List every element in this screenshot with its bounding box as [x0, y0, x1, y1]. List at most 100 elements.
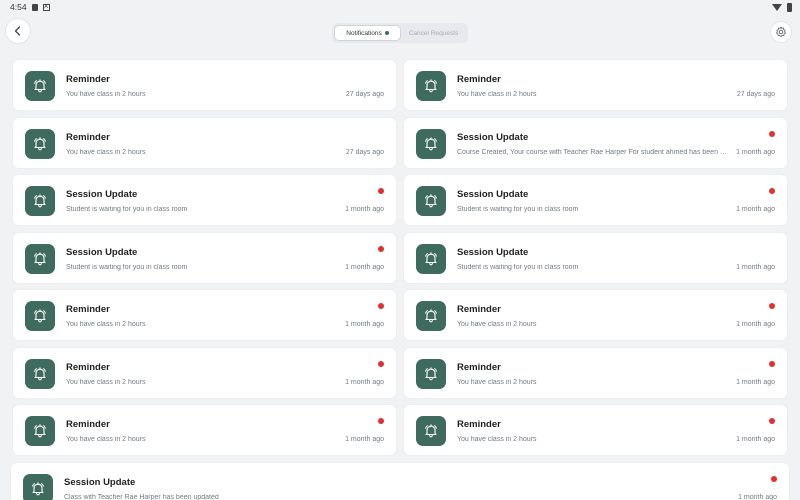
- notification-time: 1 month ago: [736, 321, 775, 328]
- notification-message: You have class in 2 hours: [457, 91, 537, 98]
- notification-time: 1 month ago: [345, 206, 384, 213]
- notification-title: Session Update: [66, 246, 138, 258]
- bell-icon: [425, 309, 437, 323]
- notification-card-10[interactable]: Reminder You have class in 2 hours 1 mon…: [403, 289, 788, 341]
- notification-icon-box: [416, 186, 446, 216]
- notification-title: Reminder: [66, 361, 110, 373]
- unread-dot: [378, 188, 384, 194]
- unread-dot: [769, 418, 775, 424]
- notification-card-6[interactable]: Session Update Student is waiting for yo…: [403, 174, 788, 226]
- notification-time: 1 month ago: [345, 378, 384, 386]
- notification-message: You have class in 2 hours: [66, 378, 146, 386]
- notification-icon-box: [25, 71, 55, 101]
- notification-icon-box: [23, 473, 53, 500]
- notification-message: Student is waiting for you in class room: [66, 263, 188, 271]
- bell-icon: [425, 366, 437, 380]
- notification-time: 1 month ago: [738, 493, 777, 500]
- unread-dot: [769, 303, 775, 309]
- notification-time: 1 month ago: [345, 321, 384, 328]
- unread-dot: [771, 475, 777, 482]
- notification-message: You have class in 2 hours: [66, 148, 146, 156]
- notification-card-7[interactable]: Session Update Student is waiting for yo…: [12, 231, 397, 284]
- notification-title: Reminder: [457, 419, 501, 430]
- notification-card-11[interactable]: Reminder You have class in 2 hours 1 mon…: [12, 346, 397, 399]
- notification-icon-box: [25, 128, 55, 159]
- notification-time: 1 month ago: [345, 263, 384, 271]
- bell-icon: [425, 79, 437, 93]
- notification-message: Student is waiting for you in class room: [66, 206, 188, 213]
- notification-message: You have class in 2 hours: [457, 436, 537, 443]
- notification-message: You have class in 2 hours: [457, 378, 537, 386]
- notification-card-13[interactable]: Reminder You have class in 2 hours 1 mon…: [12, 404, 397, 456]
- bell-icon: [34, 424, 46, 438]
- notification-icon-box: [25, 243, 55, 274]
- notification-time: 1 month ago: [736, 148, 775, 156]
- notification-title: Session Update: [457, 131, 529, 143]
- unread-dot: [769, 130, 775, 137]
- notification-time: 1 month ago: [736, 263, 775, 271]
- notification-title: Reminder: [66, 131, 110, 143]
- notification-icon-box: [416, 416, 446, 446]
- notification-card-8[interactable]: Session Update Student is waiting for yo…: [403, 231, 788, 284]
- notification-card-4[interactable]: Session Update Course Created, Your cour…: [403, 116, 788, 169]
- notification-title: Reminder: [457, 304, 501, 315]
- notification-icon-box: [25, 186, 55, 216]
- notification-title: Reminder: [66, 304, 110, 315]
- notification-icon-box: [416, 243, 446, 274]
- notification-card-5[interactable]: Session Update Student is waiting for yo…: [12, 174, 397, 226]
- notification-card-2[interactable]: Reminder You have class in 2 hours 27 da…: [403, 59, 788, 111]
- bell-icon: [425, 194, 437, 208]
- notification-title: Session Update: [64, 476, 136, 488]
- notification-icon-box: [416, 71, 446, 101]
- bell-icon: [34, 79, 46, 93]
- notification-title: Session Update: [457, 246, 529, 258]
- bell-icon: [34, 194, 46, 208]
- notification-time: 27 days ago: [736, 91, 775, 98]
- notification-message: Student is waiting for you in class room: [457, 263, 579, 271]
- notification-icon-box: [25, 358, 55, 389]
- bell-icon: [34, 136, 46, 150]
- notification-title: Reminder: [457, 361, 501, 373]
- notification-message: Class with Teacher Rae Harper has been u…: [64, 493, 219, 500]
- notification-title: Reminder: [66, 419, 110, 430]
- notification-time: 1 month ago: [736, 206, 775, 213]
- unread-dot: [378, 303, 384, 309]
- bell-icon: [34, 366, 46, 380]
- notification-time: 27 days ago: [345, 148, 384, 156]
- notification-icon-box: [25, 301, 55, 331]
- notification-card-9[interactable]: Reminder You have class in 2 hours 1 mon…: [12, 289, 397, 341]
- bell-icon: [32, 481, 44, 495]
- bell-icon: [34, 309, 46, 323]
- notification-time: 1 month ago: [736, 436, 775, 443]
- bell-icon: [425, 251, 437, 265]
- notification-card-3[interactable]: Reminder You have class in 2 hours 27 da…: [12, 116, 397, 169]
- notification-card-15[interactable]: Session Update Class with Teacher Rae Ha…: [10, 461, 790, 500]
- notification-message: You have class in 2 hours: [66, 91, 146, 98]
- notification-title: Session Update: [457, 189, 529, 200]
- notification-icon-box: [416, 301, 446, 331]
- unread-dot: [769, 360, 775, 367]
- notification-message: You have class in 2 hours: [457, 321, 537, 328]
- unread-dot: [378, 245, 384, 252]
- unread-dot: [378, 418, 384, 424]
- notification-card-12[interactable]: Reminder You have class in 2 hours 1 mon…: [403, 346, 788, 399]
- bell-icon: [425, 424, 437, 438]
- unread-dot: [769, 188, 775, 194]
- notification-icon-box: [25, 416, 55, 446]
- notification-message: You have class in 2 hours: [66, 321, 146, 328]
- notification-title: Reminder: [66, 74, 110, 85]
- unread-dot: [378, 360, 384, 367]
- notification-message: Student is waiting for you in class room: [457, 206, 579, 213]
- notification-title: Reminder: [457, 74, 501, 85]
- bell-icon: [425, 136, 437, 150]
- notification-card-1[interactable]: Reminder You have class in 2 hours 27 da…: [12, 59, 397, 111]
- notification-list: Reminder You have class in 2 hours 27 da…: [0, 0, 800, 500]
- notification-icon-box: [416, 358, 446, 389]
- notification-icon-box: [416, 128, 446, 159]
- notification-time: 27 days ago: [345, 91, 384, 98]
- notification-time: 1 month ago: [736, 378, 775, 386]
- notification-message: You have class in 2 hours: [66, 436, 146, 443]
- bell-icon: [34, 251, 46, 265]
- notification-title: Session Update: [66, 189, 138, 200]
- notification-card-14[interactable]: Reminder You have class in 2 hours 1 mon…: [403, 404, 788, 456]
